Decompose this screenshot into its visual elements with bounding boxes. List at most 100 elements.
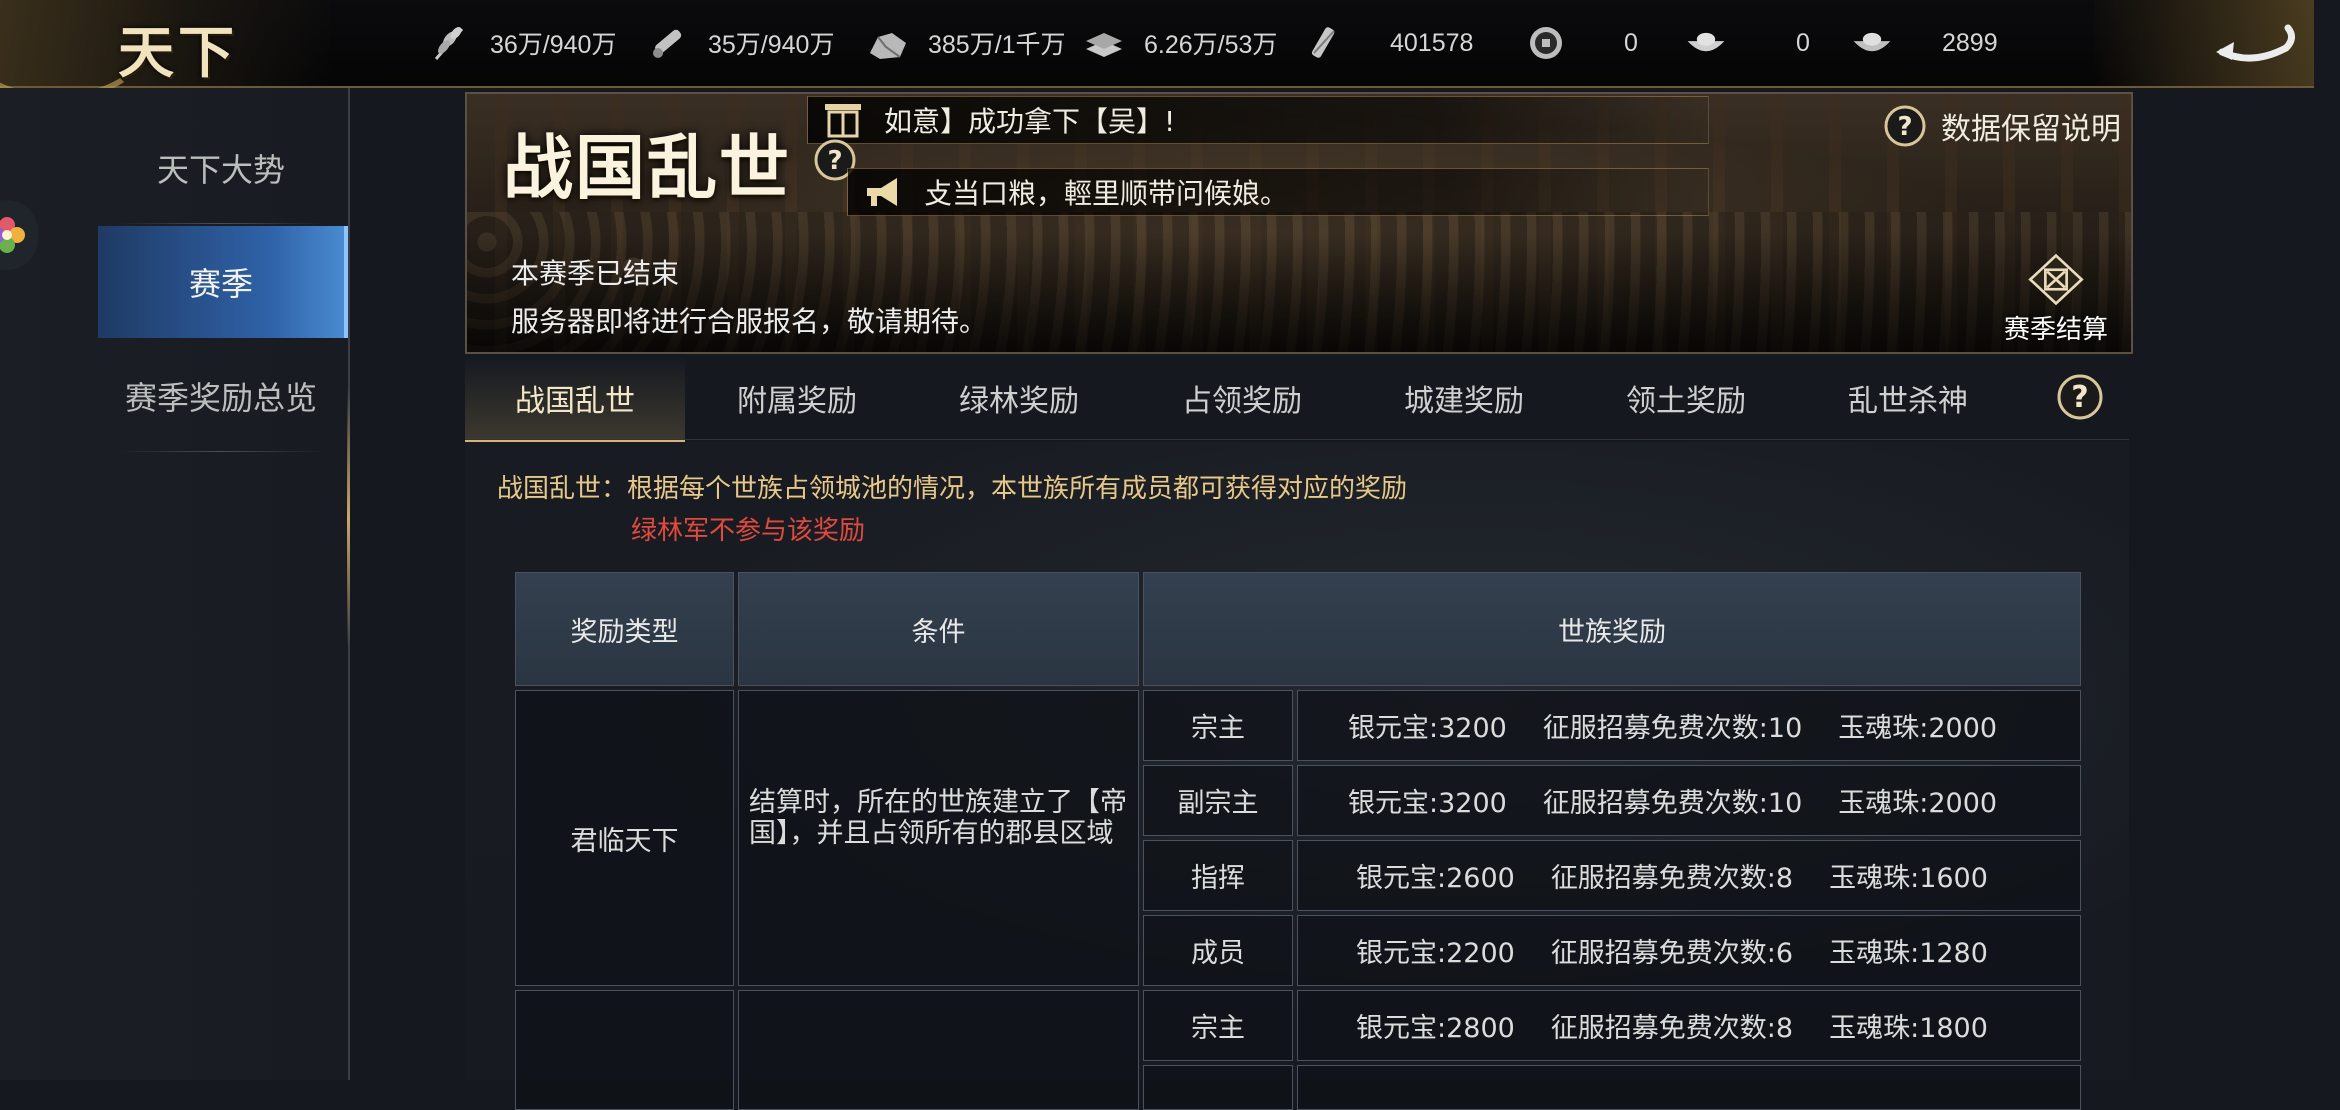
resource-stone[interactable]: 385万/1千万 <box>866 18 1066 68</box>
resource-gold[interactable]: 0 <box>1684 18 1810 68</box>
tab-chaos-slayer[interactable]: 乱世杀神 <box>1798 356 2018 440</box>
reward-jade: 玉魂珠:1600 <box>1829 863 1988 894</box>
reward-jade: 玉魂珠:2000 <box>1838 788 1998 819</box>
condition-text: 结算时，所在的世族建立了【帝国】，并且占领所有的郡县区域 <box>749 787 1127 849</box>
header-clan-reward: 世族奖励 <box>1143 572 2081 686</box>
header-label: 条件 <box>911 616 966 648</box>
header-condition: 条件 <box>738 572 1139 686</box>
question-icon: ? <box>1884 105 1926 147</box>
data-retention-note-button[interactable]: ? 数据保留说明 <box>1883 104 2121 148</box>
settlement-label: 赛季结算 <box>2003 315 2108 345</box>
back-button[interactable] <box>2212 14 2300 70</box>
season-status-detail: 服务器即将进行合服报名，敬请期待。 <box>511 305 988 338</box>
reward-type-cell: 君临天下 <box>515 690 734 986</box>
resource-value: 0 <box>1796 28 1810 57</box>
reward-exclusion-note: 绿林军不参与该奖励 <box>631 516 866 546</box>
nav-item-label: 天下大势 <box>156 151 285 189</box>
header-label: 世族奖励 <box>1558 616 1666 648</box>
resource-bar: 天下 36万/940万 35万/940万 385万/1千万 6.26万/53万 … <box>0 0 2314 100</box>
reward-description: 战国乱世：根据每个世族占领城池的情况，本世族所有成员都可获得对应的奖励 <box>497 474 1408 504</box>
reward-recruit: 征服招募免费次数:8 <box>1550 863 1794 894</box>
question-icon: ? <box>2057 374 2103 420</box>
nav-item-season-rewards-overview[interactable]: 赛季奖励总览 <box>98 340 344 452</box>
tab-city-building-rewards[interactable]: 城建奖励 <box>1354 356 1574 440</box>
resource-value: 0 <box>1624 28 1638 57</box>
tabs-divider <box>465 439 2129 440</box>
role-label: 宗主 <box>1191 713 1245 744</box>
tab-label: 绿林奖励 <box>959 384 1079 419</box>
season-settlement-button[interactable]: 赛季结算 <box>1997 252 2115 346</box>
chat-message[interactable]: 攴当口粮，輕里顺带问候娘。 <box>847 168 1709 216</box>
stone-icon <box>866 21 910 65</box>
grain-icon <box>428 21 472 65</box>
nav-item-label: 赛季 <box>188 265 253 303</box>
resource-value: 385万/1千万 <box>928 31 1066 59</box>
tab-territory-rewards[interactable]: 领土奖励 <box>1576 356 1796 440</box>
resource-iron[interactable]: 6.26万/53万 <box>1082 18 1277 68</box>
role-cell: 副宗主 <box>1143 765 1293 836</box>
reward-silver: 银元宝:2600 <box>1356 863 1515 894</box>
table-row: 银元宝:2800 征服招募免费次数:8 玉魂珠:1800 <box>1297 990 2081 1061</box>
table-row <box>1297 1065 2081 1110</box>
resource-value: 36万/940万 <box>490 31 617 59</box>
season-title: 战国乱世 <box>503 126 791 209</box>
broadcast-message[interactable]: 如意】成功拿下【吴】! <box>807 96 1709 144</box>
reward-recruit: 征服招募免费次数:10 <box>1542 788 1803 819</box>
tabs-help-button[interactable]: ? <box>2055 372 2105 422</box>
role-cell: 宗主 <box>1143 990 1293 1061</box>
condition-cell: 结算时，所在的世族建立了【帝国】，并且占领所有的郡县区域 <box>738 690 1139 986</box>
tab-warring-states[interactable]: 战国乱世 <box>465 356 685 444</box>
flower-icon <box>0 217 25 253</box>
nav-separator <box>118 223 324 224</box>
decree-icon <box>1302 21 1346 65</box>
role-label: 宗主 <box>1191 1013 1245 1044</box>
wood-icon <box>646 21 690 65</box>
nav-item-season[interactable]: 赛季 <box>98 226 348 338</box>
resource-value: 401578 <box>1390 28 1474 57</box>
gold-ingot-icon <box>1684 21 1728 65</box>
left-nav: 天下大势 赛季 赛季奖励总览 <box>0 88 350 1080</box>
reward-recruit: 征服招募免费次数:8 <box>1550 1013 1794 1044</box>
svg-text:?: ? <box>1897 112 1912 142</box>
role-cell: 宗主 <box>1143 690 1293 761</box>
tab-label: 占领奖励 <box>1182 384 1302 419</box>
tab-affiliate-rewards[interactable]: 附属奖励 <box>687 356 907 440</box>
nav-separator <box>118 451 324 452</box>
header-reward-type: 奖励类型 <box>515 572 734 686</box>
game-logo: 天下 <box>118 20 238 86</box>
resource-coin[interactable]: 0 <box>1524 18 1638 68</box>
resource-value: 6.26万/53万 <box>1144 31 1278 59</box>
return-arrow-icon <box>2216 24 2295 62</box>
resource-wood[interactable]: 35万/940万 <box>646 18 834 68</box>
data-retention-label: 数据保留说明 <box>1941 112 2121 147</box>
table-row: 银元宝:2200 征服招募免费次数:6 玉魂珠:1280 <box>1297 915 2081 986</box>
iron-icon <box>1082 21 1126 65</box>
nav-edge-light <box>347 388 350 648</box>
header-label: 奖励类型 <box>570 616 679 648</box>
role-label: 指挥 <box>1191 863 1245 894</box>
svg-text:?: ? <box>827 146 842 176</box>
resource-silver[interactable]: 2899 <box>1850 18 1998 68</box>
role-cell: 指挥 <box>1143 840 1293 911</box>
table-row: 银元宝:3200 征服招募免费次数:10 玉魂珠:2000 <box>1297 690 2081 761</box>
reward-recruit: 征服招募免费次数:6 <box>1550 938 1794 969</box>
reward-content: 战国乱世：根据每个世族占领城池的情况，本世族所有成员都可获得对应的奖励 绿林军不… <box>465 442 2129 1110</box>
broadcast-text: 如意】成功拿下【吴】! <box>884 105 1176 138</box>
tab-label: 乱世杀神 <box>1848 384 1968 419</box>
nav-item-world-trend[interactable]: 天下大势 <box>98 112 344 224</box>
tab-occupation-rewards[interactable]: 占领奖励 <box>1132 356 1352 440</box>
reward-type-cell <box>515 990 734 1110</box>
tab-bandit-rewards[interactable]: 绿林奖励 <box>909 356 1129 440</box>
resource-grain[interactable]: 36万/940万 <box>428 18 616 68</box>
gate-icon <box>818 97 868 143</box>
tab-label: 城建奖励 <box>1404 384 1524 419</box>
tab-label: 领土奖励 <box>1626 384 1746 419</box>
reward-jade: 玉魂珠:1800 <box>1829 1013 1988 1044</box>
table-row: 银元宝:2600 征服招募免费次数:8 玉魂珠:1600 <box>1297 840 2081 911</box>
role-cell <box>1143 1065 1293 1110</box>
reward-silver: 银元宝:3200 <box>1348 788 1507 819</box>
reward-tabs: 战国乱世 附属奖励 绿林奖励 占领奖励 城建奖励 领土奖励 乱世杀神 ? <box>465 356 2129 444</box>
season-banner: 战国乱世 如意】成功拿下【吴】! ? 攴当口粮，輕里顺带问候娘。 ? 数据保留说… <box>465 92 2133 354</box>
resource-value: 35万/940万 <box>708 31 835 59</box>
resource-decree[interactable]: 401578 <box>1302 18 1473 68</box>
